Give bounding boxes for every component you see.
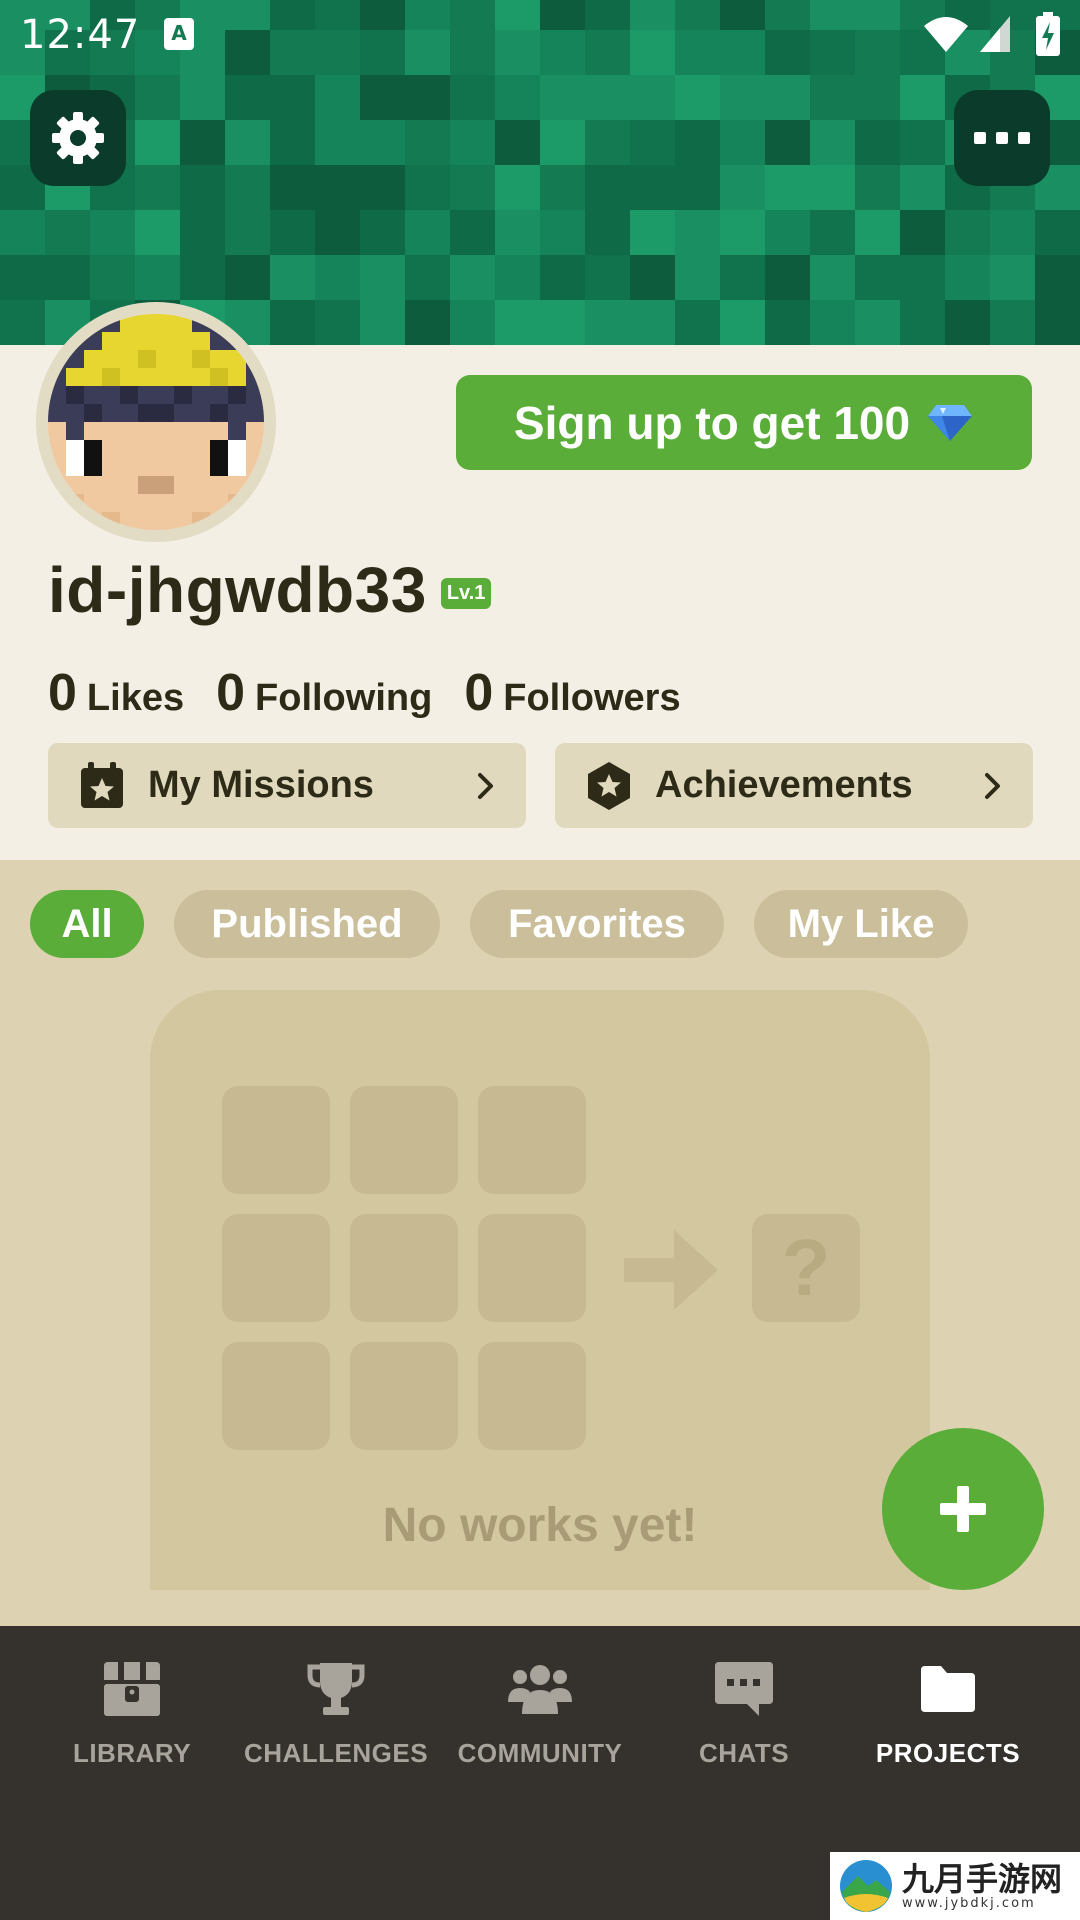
nav-library[interactable]: LIBRARY [24,1656,240,1786]
status-time: 12:47 [20,12,141,58]
crafting-grid-cell [222,1342,330,1450]
trophy-icon [307,1663,365,1715]
crafting-grid-cell [478,1086,586,1194]
nav-challenges[interactable]: CHALLENGES [228,1656,444,1786]
stat-followers[interactable]: 0 Followers [464,663,680,723]
achievements-label: Achievements [655,764,913,806]
chevron-right-icon [985,772,1000,799]
chevron-right-icon [478,772,493,799]
username-row: id-jhgwdb33 Lv.1 [48,553,492,627]
nav-label: CHATS [698,1738,790,1768]
profile-section: Sign up to get 100 id-jhgwdb33 Lv.1 0 Li… [0,302,1080,860]
nav-label: LIBRARY [72,1738,192,1768]
tab-favorites[interactable]: Favorites [470,890,724,958]
nav-chats[interactable]: CHATS [636,1656,852,1786]
calendar-star-icon [81,761,123,808]
create-project-button[interactable] [882,1428,1044,1590]
more-options-button[interactable] [954,90,1050,186]
more-dots-icon [974,132,1030,144]
my-missions-button[interactable]: My Missions [48,743,526,828]
stat-label: Followers [503,677,681,719]
crafting-grid-cell [222,1086,330,1194]
signal-icon [980,16,1010,52]
avatar[interactable] [36,302,276,542]
nav-label: COMMUNITY [457,1738,623,1768]
signup-label: Sign up to get 100 [513,396,911,449]
notification-icon: A [164,18,194,50]
nav-label: CHALLENGES [243,1738,429,1768]
stat-value: 0 [464,664,494,722]
people-icon [508,1665,572,1714]
nav-projects[interactable]: PROJECTS [840,1656,1056,1786]
level-badge: Lv.1 [440,577,492,609]
crafting-grid-cell [350,1342,458,1450]
battery-charging-icon [1036,12,1060,56]
folder-icon [921,1666,975,1712]
achievement-badge-icon [588,761,630,810]
result-placeholder: ? [752,1214,860,1322]
stat-likes[interactable]: 0 Likes [48,663,184,723]
signup-reward-button[interactable]: Sign up to get 100 [456,375,1032,470]
crafting-grid-cell [350,1086,458,1194]
tab-all[interactable]: All [30,890,144,958]
watermark-url: www.jybdkj.com [902,1895,1036,1911]
wifi-icon [924,17,968,52]
diamond-gem-icon [928,404,973,441]
tab-my-like[interactable]: My Like [754,890,968,958]
stat-label: Likes [86,677,185,719]
watermark: 九月手游网 www.jybdkj.com [830,1852,1080,1920]
crafting-grid-cell [478,1214,586,1322]
crafting-grid-cell [350,1214,458,1322]
stat-value: 0 [216,664,246,722]
my-missions-label: My Missions [148,764,374,806]
username: id-jhgwdb33 [48,554,427,626]
plus-icon [940,1486,986,1532]
watermark-logo-icon [840,1860,892,1912]
watermark-title: 九月手游网 [902,1859,1063,1898]
crafting-grid-cell [222,1214,330,1322]
library-chest-icon [104,1662,160,1716]
pixel-avatar-image [48,314,264,530]
achievements-button[interactable]: Achievements [555,743,1033,828]
empty-state-message: No works yet! [382,1499,698,1552]
settings-button[interactable] [30,90,126,186]
status-bar: 12:47 A [0,0,1080,72]
crafting-grid-cell [478,1342,586,1450]
stat-following[interactable]: 0 Following [216,663,432,723]
profile-header-banner: 12:47 A [0,0,1080,345]
nav-label: PROJECTS [875,1738,1021,1768]
stat-value: 0 [48,664,77,722]
stat-label: Following [255,677,433,719]
profile-stats: 0 Likes 0 Following 0 Followers [48,663,681,723]
chat-bubble-icon [715,1662,773,1716]
nav-community[interactable]: COMMUNITY [432,1656,648,1786]
gear-icon [52,112,104,164]
empty-state-illustration: ? No works yet! [150,990,930,1590]
arrow-right-icon [624,1230,718,1310]
tab-published[interactable]: Published [174,890,440,958]
